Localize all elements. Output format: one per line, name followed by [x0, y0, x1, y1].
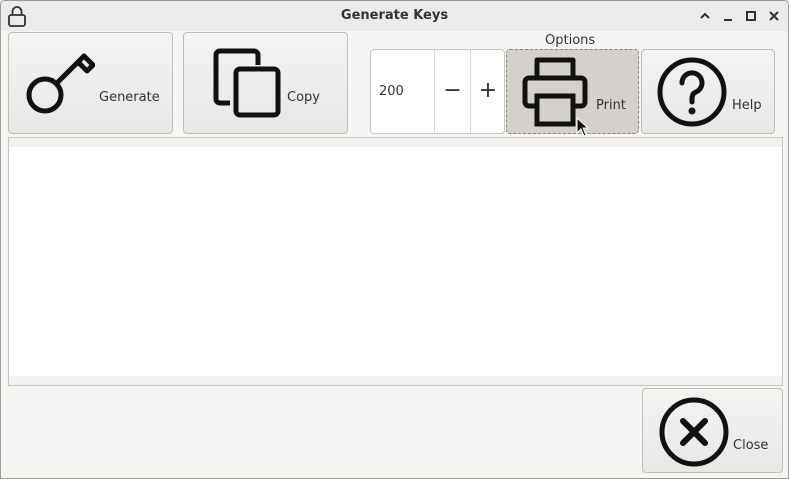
- help-icon: [657, 57, 727, 127]
- key-icon: [26, 53, 95, 114]
- help-button[interactable]: Help: [641, 49, 775, 134]
- help-label: Help: [732, 98, 762, 113]
- key-count-value[interactable]: 200: [379, 84, 404, 99]
- chevron-up-icon[interactable]: [697, 8, 713, 24]
- textarea-bottom-band: [9, 376, 782, 385]
- window-title: Generate Keys: [340, 8, 449, 23]
- options-label: Options: [545, 33, 596, 48]
- close-label: Close: [733, 438, 769, 453]
- minimize-icon[interactable]: [720, 8, 736, 24]
- generate-button[interactable]: Generate: [8, 32, 173, 134]
- close-button[interactable]: Close: [642, 388, 783, 473]
- copy-label: Copy: [287, 90, 320, 105]
- close-icon[interactable]: [766, 8, 782, 24]
- minus-icon: −: [443, 78, 462, 103]
- increment-button[interactable]: +: [470, 50, 505, 133]
- generate-keys-window: Generate Keys Generate Copy Options 200 …: [0, 0, 789, 479]
- print-label: Print: [596, 98, 626, 113]
- key-count-spinbutton[interactable]: 200 − +: [370, 49, 505, 134]
- generate-label: Generate: [99, 90, 160, 105]
- copy-button[interactable]: Copy: [183, 32, 348, 134]
- keys-output-textarea[interactable]: [8, 137, 783, 386]
- print-button[interactable]: Print: [506, 49, 639, 134]
- plus-icon: +: [478, 78, 498, 103]
- close-circle-icon: [659, 397, 729, 467]
- mouse-pointer-icon: [576, 117, 590, 137]
- maximize-icon[interactable]: [743, 8, 759, 24]
- textarea-top-band: [9, 138, 782, 147]
- copy-icon: [213, 48, 281, 118]
- decrement-button[interactable]: −: [434, 50, 470, 133]
- title-bar[interactable]: Generate Keys: [1, 1, 788, 31]
